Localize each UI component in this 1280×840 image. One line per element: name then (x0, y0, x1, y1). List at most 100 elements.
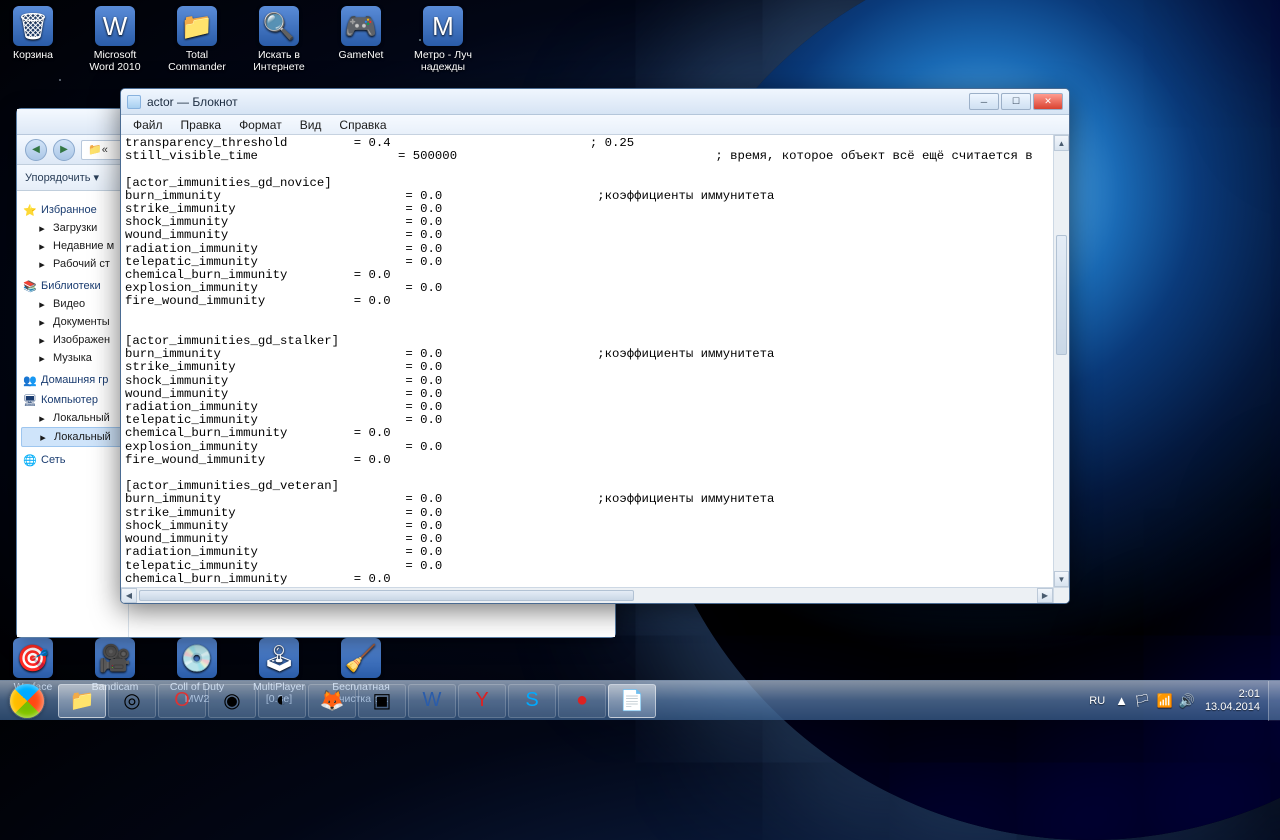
task-yandex[interactable]: Y (458, 684, 506, 718)
app-icon: 🗑 (13, 6, 53, 46)
icon-label: Искать в Интернете (250, 49, 308, 73)
vscroll-thumb[interactable] (1056, 235, 1067, 355)
volume-icon[interactable]: 🔊 (1179, 693, 1195, 709)
sidebar-item[interactable]: ▸Видео (21, 295, 124, 313)
folder-icon: ▸ (35, 315, 49, 329)
app-icon: 🎯 (13, 638, 53, 678)
sidebar-item[interactable]: ▸Изображен (21, 331, 124, 349)
task-chrome[interactable]: ◉ (208, 684, 256, 718)
folder-icon: 📁 (88, 143, 102, 156)
scroll-left-icon[interactable]: ◀ (121, 588, 137, 603)
app-icon: 🧹 (341, 638, 381, 678)
icon-label: Корзина (13, 49, 53, 61)
sidebar-item[interactable]: ▸Загрузки (21, 219, 124, 237)
system-tray: RU ▲ 🏳 📶 🔊 2:01 13.04.2014 (1081, 688, 1268, 712)
folder-icon: ▸ (35, 257, 49, 271)
icon-label: Total Commander (168, 49, 226, 73)
network-tray-icon[interactable]: 📶 (1157, 693, 1173, 709)
task-player[interactable]: ▣ (358, 684, 406, 718)
notepad-title: actor — Блокнот (147, 95, 963, 109)
task-opera[interactable]: O (158, 684, 206, 718)
nav-fwd-icon[interactable]: ▶ (53, 139, 75, 161)
notepad-maximize-button[interactable]: ☐ (1001, 93, 1031, 110)
menu-Справка[interactable]: Справка (331, 117, 394, 133)
sidebar-libraries[interactable]: 📚Библиотеки (23, 279, 122, 293)
taskbar: 📁 ◎ O ◉ ◐ 🦊 ▣ W Y S ● 📄 RU ▲ 🏳 📶 🔊 2:01 … (0, 680, 1280, 720)
clock-time: 2:01 (1205, 688, 1260, 700)
nav-back-icon[interactable]: ◀ (25, 139, 47, 161)
app-icon: 🎮 (341, 6, 381, 46)
app-icon: 💿 (177, 638, 217, 678)
notepad-text-area[interactable]: transparency_threshold = 0.4 ; 0.25 stil… (121, 135, 1053, 587)
task-record[interactable]: ● (558, 684, 606, 718)
library-icon: 📚 (23, 279, 37, 293)
show-desktop-button[interactable] (1268, 681, 1280, 721)
menu-Правка[interactable]: Правка (173, 117, 230, 133)
app-icon: W (95, 6, 135, 46)
sidebar-computer[interactable]: 🖥Компьютер (23, 393, 122, 407)
sidebar-item[interactable]: ▸Музыка (21, 349, 124, 367)
sidebar-item[interactable]: ▸Рабочий ст (21, 255, 124, 273)
flag-icon[interactable]: 🏳 (1134, 693, 1151, 709)
folder-icon: ▸ (35, 297, 49, 311)
taskbar-clock[interactable]: 2:01 13.04.2014 (1205, 688, 1260, 712)
task-notepad[interactable]: 📄 (608, 684, 656, 718)
notepad-window[interactable]: actor — Блокнот ─ ☐ ✕ ФайлПравкаФорматВи… (120, 88, 1070, 604)
sidebar-item[interactable]: ▸Локальный (21, 427, 124, 447)
desktop-icon[interactable]: 📁Total Commander (168, 6, 226, 73)
sidebar-item[interactable]: ▸Локальный (21, 409, 124, 427)
sidebar-homegroup[interactable]: 👥Домашняя гр (23, 373, 122, 387)
notepad-titlebar[interactable]: actor — Блокнот ─ ☐ ✕ (121, 89, 1069, 115)
app-icon: M (423, 6, 463, 46)
sidebar-item[interactable]: ▸Документы (21, 313, 124, 331)
desktop-icon[interactable]: M Метро - Луч надежды (414, 6, 472, 73)
sidebar-network[interactable]: 🌐Сеть (23, 453, 122, 467)
desktop-icon[interactable]: 🔍Искать в Интернете (250, 6, 308, 73)
clock-date: 13.04.2014 (1205, 701, 1260, 713)
task-word[interactable]: W (408, 684, 456, 718)
scrollbar-corner (1053, 587, 1069, 603)
taskbar-tasks: 📁 ◎ O ◉ ◐ 🦊 ▣ W Y S ● 📄 (58, 684, 656, 718)
homegroup-icon: 👥 (23, 373, 37, 387)
icon-label: GameNet (339, 49, 384, 61)
folder-icon: ▸ (35, 351, 49, 365)
icon-label: Microsoft Word 2010 (86, 49, 144, 73)
address-text: « (102, 144, 108, 156)
start-button[interactable] (0, 681, 54, 721)
desktop-icon[interactable]: 🎮 GameNet (332, 6, 390, 73)
task-steam[interactable]: ◐ (258, 684, 306, 718)
star-icon: ⭐ (23, 203, 37, 217)
organize-menu[interactable]: Упорядочить ▾ (25, 171, 99, 184)
folder-icon: ▸ (35, 221, 49, 235)
scroll-up-icon[interactable]: ▲ (1054, 135, 1069, 151)
task-firefox[interactable]: 🦊 (308, 684, 356, 718)
language-indicator[interactable]: RU (1089, 695, 1105, 707)
task-wmp[interactable]: ◎ (108, 684, 156, 718)
icon-label: Метро - Луч надежды (414, 49, 472, 73)
app-icon: 🕹 (259, 638, 299, 678)
sidebar-item[interactable]: ▸Недавние м (21, 237, 124, 255)
notepad-close-button[interactable]: ✕ (1033, 93, 1063, 110)
task-skype[interactable]: S (508, 684, 556, 718)
folder-icon: ▸ (35, 239, 49, 253)
menu-Вид[interactable]: Вид (292, 117, 330, 133)
network-icon: 🌐 (23, 453, 37, 467)
menu-Формат[interactable]: Формат (231, 117, 290, 133)
sidebar-favorites[interactable]: ⭐Избранное (23, 203, 122, 217)
folder-icon: ▸ (35, 333, 49, 347)
desktop-icons-top: 🗑 Корзина W Microsoft Word 2010 📁Total Comma… (4, 6, 472, 73)
vertical-scrollbar[interactable]: ▲ ▼ (1053, 135, 1069, 587)
desktop-icon[interactable]: W Microsoft Word 2010 (86, 6, 144, 73)
folder-icon: ▸ (36, 430, 50, 444)
hscroll-thumb[interactable] (139, 590, 634, 601)
menu-Файл[interactable]: Файл (125, 117, 171, 133)
scroll-right-icon[interactable]: ▶ (1037, 588, 1053, 603)
tray-up-icon[interactable]: ▲ (1115, 693, 1128, 709)
scroll-down-icon[interactable]: ▼ (1054, 571, 1069, 587)
desktop-icon[interactable]: 🗑 Корзина (4, 6, 62, 73)
tray-icons[interactable]: ▲ 🏳 📶 🔊 (1115, 693, 1195, 709)
task-explorer[interactable]: 📁 (58, 684, 106, 718)
notepad-minimize-button[interactable]: ─ (969, 93, 999, 110)
horizontal-scrollbar[interactable]: ◀ ▶ (121, 587, 1053, 603)
notepad-menubar: ФайлПравкаФорматВидСправка (121, 115, 1069, 135)
